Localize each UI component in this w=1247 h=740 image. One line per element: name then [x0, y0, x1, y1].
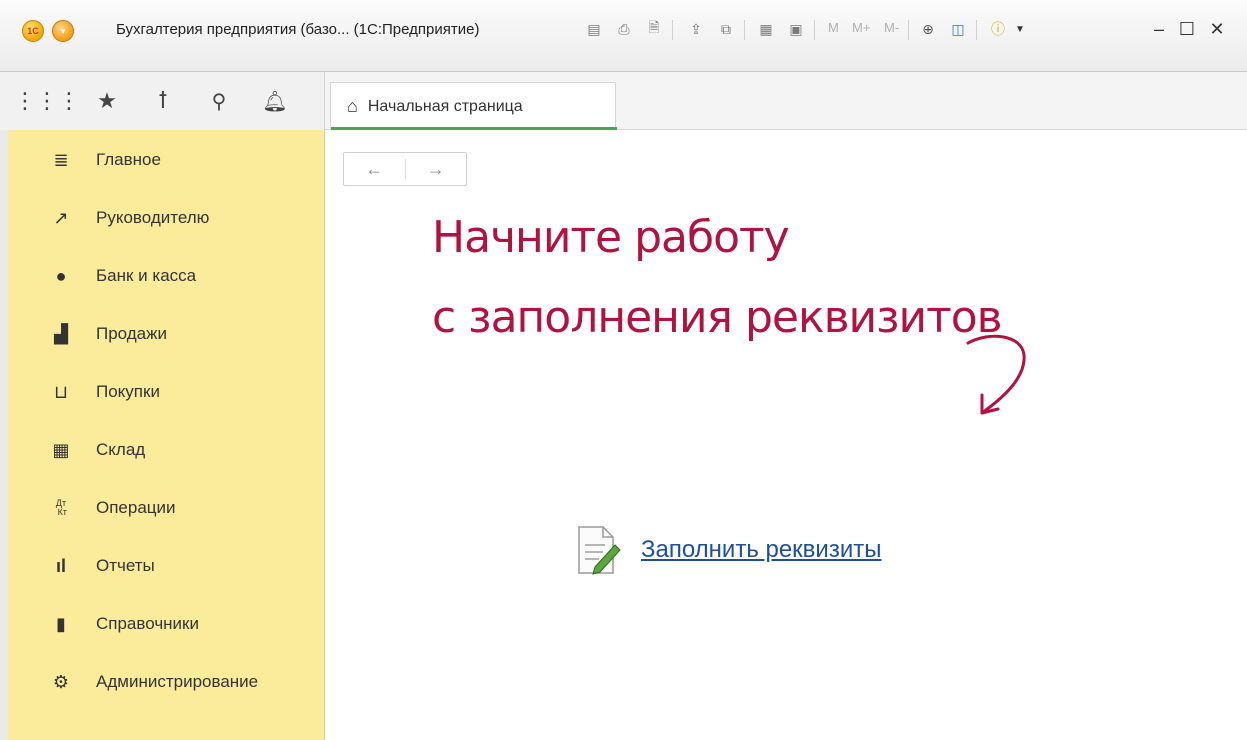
sidebar-item-label: Продажи	[96, 324, 167, 343]
cart-icon: ⊔	[53, 381, 69, 402]
sidebar-item-purchases[interactable]: ⊔ Покупки	[8, 372, 325, 412]
sidebar-item-warehouse[interactable]: ▦ Склад	[8, 430, 325, 470]
forward-button[interactable]: →	[406, 153, 467, 185]
list-icon: ≣	[53, 149, 69, 170]
gear-icon: ⚙	[52, 671, 70, 692]
zoom-icon[interactable]: ⊕	[918, 19, 938, 39]
hint-heading-line1: Начните работу	[432, 212, 790, 263]
history-navigation: ← →	[343, 152, 467, 186]
sidebar-item-main[interactable]: ≣ Главное	[8, 140, 325, 180]
sidebar-item-label: Администрирование	[96, 672, 259, 691]
close-button[interactable]: ✕	[1206, 18, 1228, 40]
tab-home-page[interactable]: ⌂ Начальная страница	[330, 82, 617, 130]
history-icon[interactable]: ꝉ	[150, 88, 176, 114]
notifications-bell-icon[interactable]: 🔔︎	[262, 88, 288, 114]
sidebar-edge	[0, 130, 8, 740]
calendar-icon[interactable]: ▣	[786, 19, 806, 39]
minimize-button[interactable]: –	[1148, 18, 1170, 40]
sidebar-item-sales[interactable]: ▟ Продажи	[8, 314, 325, 354]
sections-icons-panel: ⋮⋮⋮ ★ ꝉ ⚲ 🔔︎	[0, 72, 325, 130]
fill-details-block: Заполнить реквизиты	[575, 520, 882, 580]
sidebar-item-label: Справочники	[96, 614, 199, 633]
copy-icon[interactable]: ⧉	[716, 19, 736, 39]
tab-home-label: Начальная страница	[367, 97, 523, 115]
sidebar: ≣ Главное ↗ Руководителю ● Банк и касса …	[8, 130, 325, 740]
bar-chart-icon: ıl	[55, 555, 66, 576]
preview-icon[interactable]: 🗎	[644, 19, 664, 39]
coin-icon: ●	[55, 265, 67, 286]
sidebar-item-label: Отчеты	[96, 556, 155, 575]
print-icon[interactable]: ⎙	[614, 19, 634, 39]
home-icon: ⌂	[347, 96, 358, 116]
favorites-star-icon[interactable]: ★	[94, 88, 120, 114]
back-button[interactable]: ←	[344, 153, 405, 185]
apps-grid-icon[interactable]: ⋮⋮⋮	[14, 88, 80, 114]
books-icon: ▮	[56, 613, 66, 634]
sidebar-item-bank[interactable]: ● Банк и касса	[8, 256, 325, 296]
main-menu-button[interactable]: ▾	[52, 20, 74, 42]
warehouse-icon: ▦	[52, 439, 70, 460]
active-tab-indicator	[331, 127, 617, 130]
calculator-icon[interactable]: ▦	[756, 19, 776, 39]
search-icon[interactable]: ⚲	[206, 88, 232, 114]
trend-icon: ↗	[53, 207, 69, 228]
hint-arrow-icon	[966, 334, 1026, 415]
sidebar-item-label: Покупки	[96, 382, 160, 401]
sidebar-item-manager[interactable]: ↗ Руководителю	[8, 198, 325, 238]
panels-icon[interactable]: ◫	[948, 19, 968, 39]
sidebar-item-administration[interactable]: ⚙ Администрирование	[8, 662, 325, 702]
info-icon[interactable]: ⓘ	[988, 19, 1008, 39]
sidebar-item-directories[interactable]: ▮ Справочники	[8, 604, 325, 644]
sidebar-item-reports[interactable]: ıl Отчеты	[8, 546, 325, 586]
maximize-button[interactable]: ☐	[1176, 18, 1198, 40]
debit-credit-icon: Дт Кт	[55, 498, 67, 517]
document-edit-icon[interactable]	[575, 523, 621, 577]
title-bar: 1С ▾ Бухгалтерия предприятия (базо... (1…	[0, 0, 1247, 72]
sidebar-item-label: Банк и касса	[96, 266, 197, 285]
upload-icon[interactable]: ⇪	[686, 19, 706, 39]
sections-toolbar: ⋮⋮⋮ ★ ꝉ ⚲ 🔔︎ ⌂ Начальная страница	[0, 72, 1247, 130]
app-logo-icon: 1С	[22, 20, 44, 42]
bag-icon: ▟	[54, 323, 68, 344]
memory-mplus-button[interactable]: M+	[852, 20, 870, 35]
hint-heading-line2: с заполнения реквизитов	[432, 292, 1003, 343]
memory-mminus-button[interactable]: M-	[884, 20, 899, 35]
memory-m-button[interactable]: M	[828, 20, 839, 35]
info-dropdown-icon[interactable]: ▼	[1010, 19, 1030, 39]
sidebar-item-label: Склад	[96, 440, 146, 459]
window-title: Бухгалтерия предприятия (базо... (1С:Пре…	[116, 21, 480, 38]
save-icon[interactable]: ▤	[584, 19, 604, 39]
fill-details-link[interactable]: Заполнить реквизиты	[641, 536, 882, 564]
sidebar-item-operations[interactable]: Дт Кт Операции	[8, 488, 325, 528]
sidebar-item-label: Руководителю	[96, 208, 210, 227]
sidebar-item-label: Операции	[96, 498, 176, 517]
sidebar-item-label: Главное	[96, 150, 161, 169]
